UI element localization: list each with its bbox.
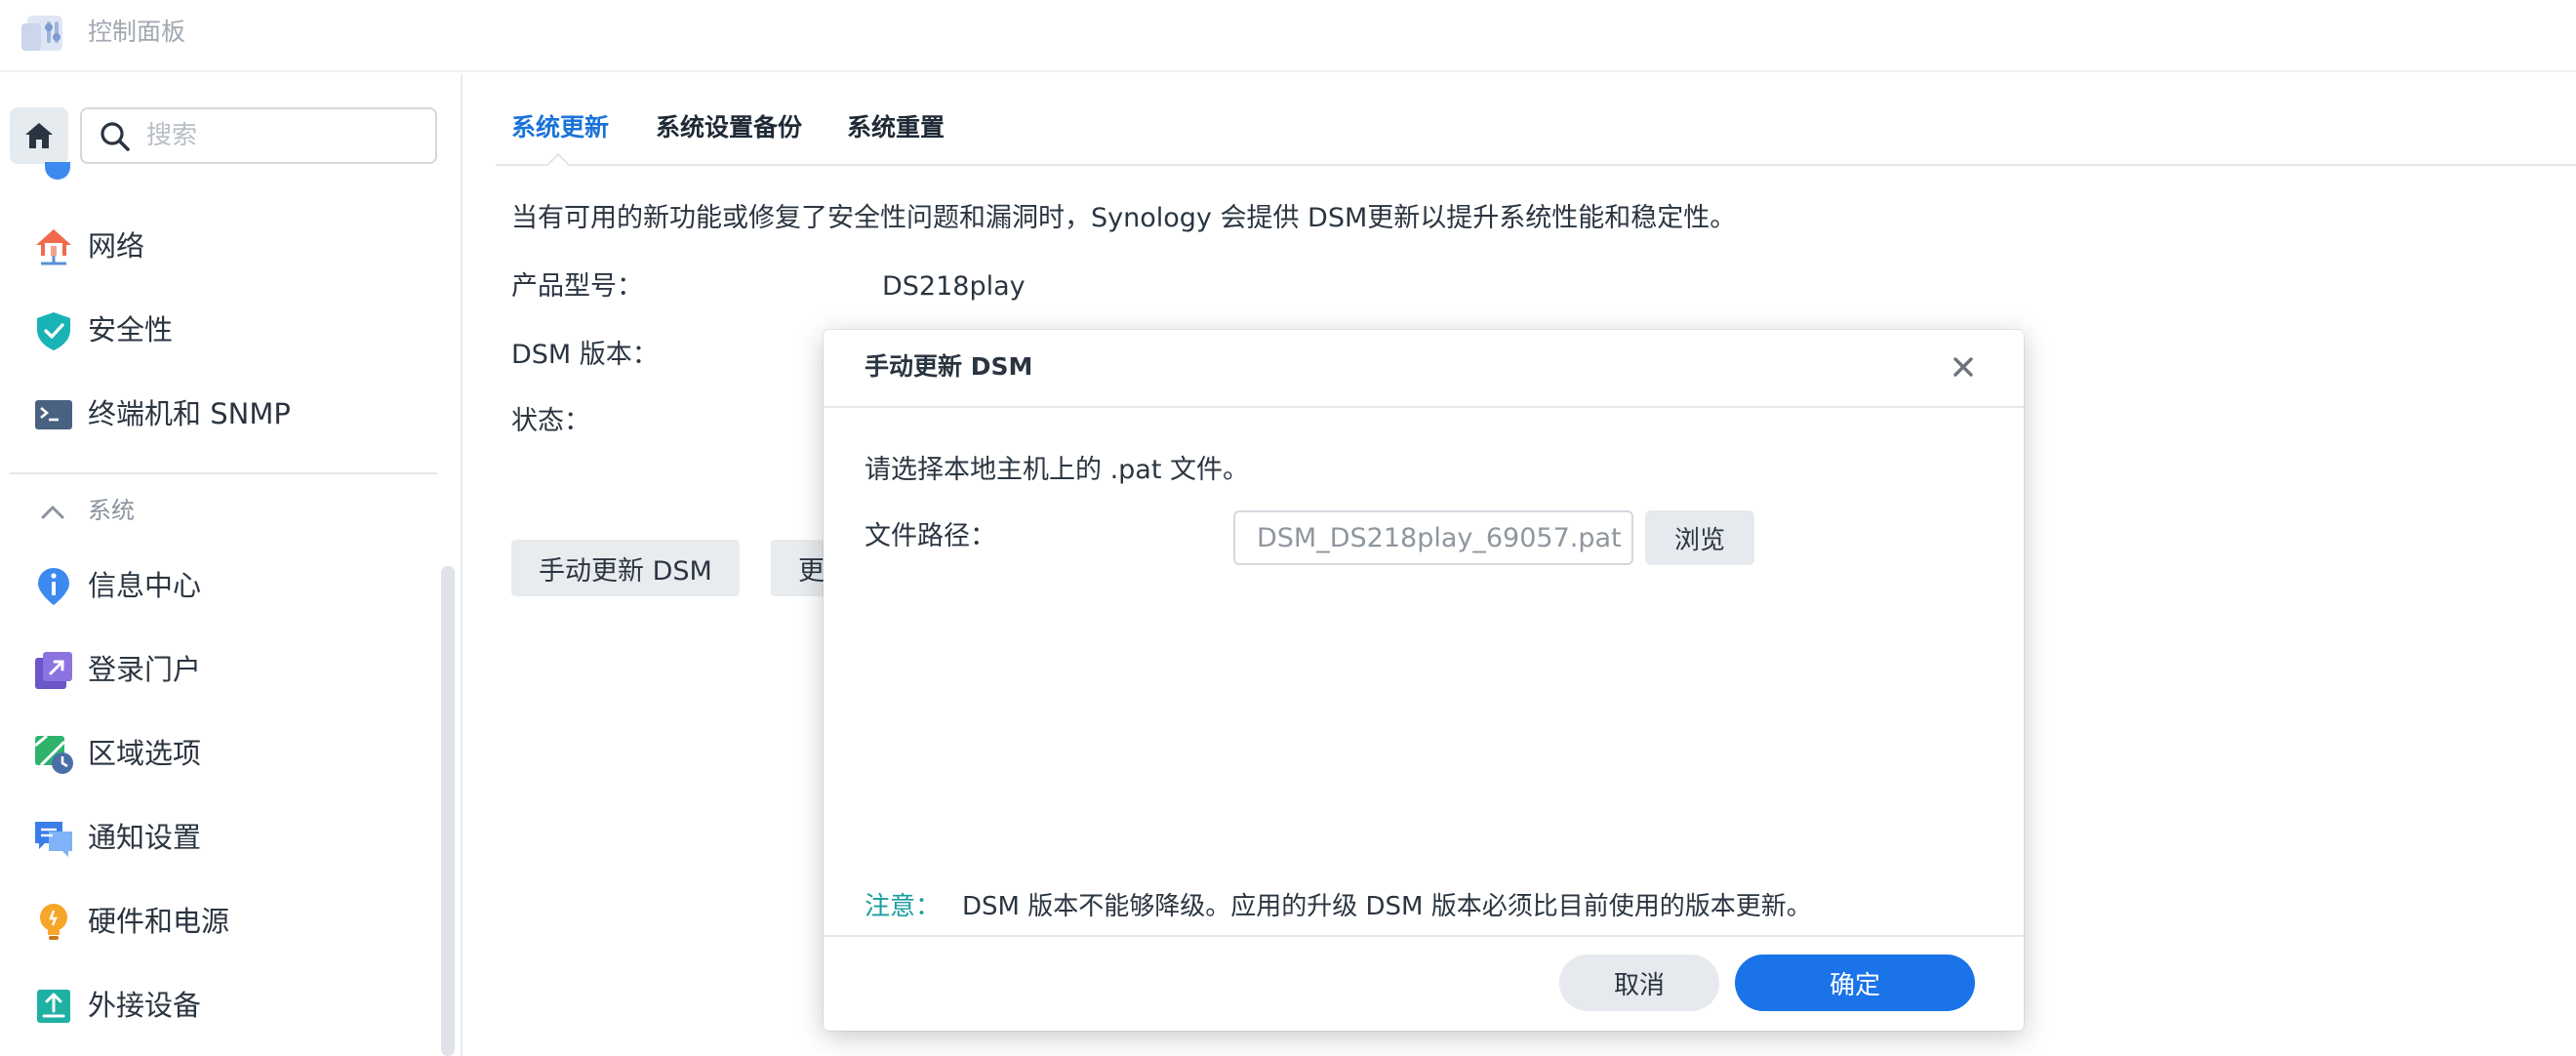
manual-update-dialog: 手动更新 DSM 请选择本地主机上的 .pat 文件。 文件路径： 浏览 注意：… — [824, 330, 2024, 1031]
dialog-title: 手动更新 DSM — [865, 352, 1033, 381]
search-input[interactable] — [146, 117, 420, 154]
partial-icon — [45, 162, 70, 180]
sidebar-item-label: 外接设备 — [88, 989, 202, 1022]
home-icon — [25, 123, 53, 148]
network-icon — [36, 229, 71, 265]
home-button[interactable] — [10, 107, 68, 164]
chevron-up-icon — [41, 506, 64, 519]
info-icon — [38, 568, 69, 605]
dialog-note: 注意： DSM 版本不能够降级。应用的升级 DSM 版本必须比目前使用的版本更新。 — [865, 888, 1812, 925]
sidebar-item-terminal-snmp[interactable]: 终端机和 SNMP — [0, 381, 449, 447]
sidebar-divider — [10, 472, 437, 474]
terminal-icon — [35, 400, 72, 429]
sidebar-item-label: 硬件和电源 — [88, 905, 230, 938]
sidebar-item-network[interactable]: 网络 — [0, 213, 449, 279]
sidebar-item-label: 终端机和 SNMP — [88, 397, 291, 430]
sidebar-item-login-portal[interactable]: 登录门户 — [0, 636, 449, 703]
manual-update-dsm-button[interactable]: 手动更新 DSM — [511, 540, 740, 596]
dsm-version-label: DSM 版本： — [511, 340, 659, 370]
note-text: DSM 版本不能够降级。应用的升级 DSM 版本必须比目前使用的版本更新。 — [962, 892, 1812, 921]
dialog-footer-divider — [824, 935, 2024, 937]
note-tag: 注意： — [865, 892, 942, 921]
model-value: DS218play — [882, 271, 1026, 302]
ok-button[interactable]: 确定 — [1735, 954, 1975, 1011]
sidebar-item-label: 区域选项 — [88, 737, 202, 770]
tab-system-backup[interactable]: 系统设置备份 — [656, 111, 802, 144]
sidebar-item-info-center[interactable]: 信息中心 — [0, 552, 449, 619]
sidebar-item-external-devices[interactable]: 外接设备 — [0, 972, 449, 1038]
dialog-header: 手动更新 DSM — [824, 330, 2024, 408]
sidebar-scrollbar-thumb[interactable] — [441, 566, 455, 1056]
file-path-label: 文件路径： — [865, 521, 996, 551]
sidebar-item-label: 安全性 — [88, 313, 174, 346]
bulb-icon — [40, 904, 67, 940]
control-panel-icon — [21, 16, 62, 51]
sidebar: 网络 安全性 终端机和 SNMP 系统 信息中心 — [0, 74, 463, 1056]
tab-bar: 系统更新 系统设置备份 系统重置 — [496, 98, 2576, 176]
search-icon — [101, 122, 130, 151]
sidebar-item-label: 信息中心 — [88, 569, 202, 602]
model-label: 产品型号： — [511, 271, 643, 302]
login-portal-icon — [35, 652, 72, 689]
sidebar-item-security[interactable]: 安全性 — [0, 297, 449, 363]
cancel-button[interactable]: 取消 — [1559, 954, 1719, 1011]
file-path-input[interactable] — [1233, 510, 1633, 565]
tab-system-update[interactable]: 系统更新 — [511, 111, 609, 144]
browse-button[interactable]: 浏览 — [1645, 510, 1754, 565]
sidebar-item-notification[interactable]: 通知设置 — [0, 804, 449, 871]
title-bar: 控制面板 — [0, 0, 2576, 72]
active-tab-indicator — [546, 152, 570, 176]
regional-options-icon — [34, 734, 73, 774]
window-title: 控制面板 — [88, 18, 186, 46]
dialog-prompt: 请选择本地主机上的 .pat 文件。 — [865, 455, 1250, 485]
sidebar-item-label: 通知设置 — [88, 821, 202, 854]
sidebar-item-label: 登录门户 — [88, 653, 202, 686]
sidebar-item-label: 网络 — [88, 229, 145, 263]
sidebar-section-system[interactable]: 系统 — [0, 484, 449, 539]
tab-system-reset[interactable]: 系统重置 — [847, 111, 945, 144]
status-label: 状态： — [511, 406, 590, 436]
shield-icon — [37, 312, 70, 350]
close-icon[interactable] — [1946, 349, 1981, 385]
sidebar-item-hardware-power[interactable]: 硬件和电源 — [0, 888, 449, 954]
notification-icon — [35, 822, 72, 857]
external-device-icon — [37, 990, 70, 1023]
sidebar-item-regional-options[interactable]: 区域选项 — [0, 720, 449, 787]
section-label: 系统 — [88, 497, 135, 524]
search-box[interactable] — [80, 107, 437, 164]
update-description: 当有可用的新功能或修复了安全性问题和漏洞时，Synology 会提供 DSM更新… — [511, 203, 1737, 233]
